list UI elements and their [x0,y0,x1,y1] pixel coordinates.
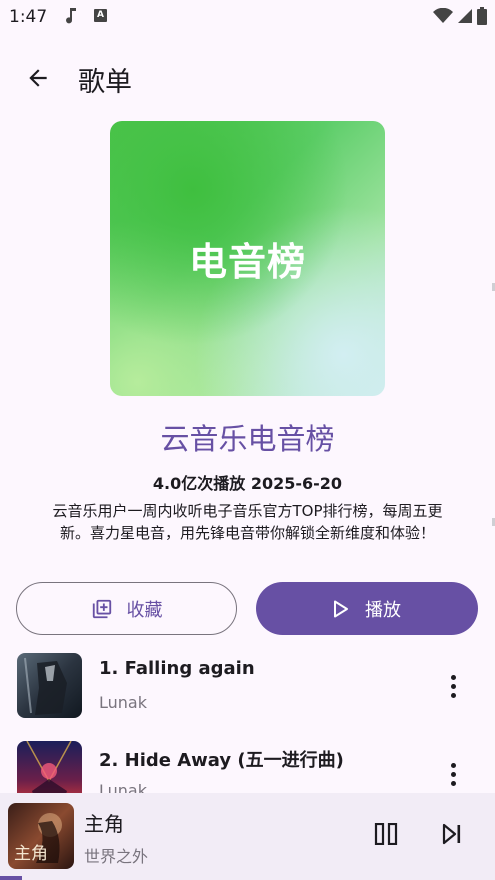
track-artist: Lunak [99,693,147,712]
track-row[interactable]: 1. Falling again Lunak [0,653,495,733]
skip-next-icon [442,823,461,845]
pause-button[interactable] [374,822,402,849]
status-bar: 1:47 A [0,0,495,34]
now-playing-artwork: 主角 [8,803,74,869]
app-bar: 歌单 [0,50,495,106]
page-title: 歌单 [78,67,132,98]
play-all-button[interactable]: 播放 [256,582,478,635]
back-arrow-icon [29,69,47,87]
signal-icon [457,8,473,28]
now-playing-artist: 世界之外 [84,847,149,866]
pause-icon [374,822,398,846]
cover-title: 电音榜 [188,240,306,284]
play-label: 播放 [365,599,401,621]
status-time: 1:47 [9,7,48,27]
more-vert-icon[interactable] [440,671,466,701]
playlist-name: 云音乐电音榜 [160,422,335,456]
track-title: 1. Falling again [99,658,255,679]
wifi-icon [433,7,453,28]
library-add-icon [92,599,111,618]
playlist-description: 云音乐用户一周内收听电子音乐官方TOP排行榜，每周五更新。喜力星电音，用先锋电音… [52,502,443,542]
play-icon [334,600,348,617]
app-notification-icon: A [94,9,107,22]
status-icons [433,7,487,29]
now-playing-title: 主角 [84,812,124,836]
back-button[interactable] [22,62,54,94]
skip-next-button[interactable] [440,823,468,849]
favorite-label: 收藏 [126,599,163,621]
track-artwork [17,653,82,718]
track-title: 2. Hide Away (五一进行曲) [99,750,344,771]
favorite-button[interactable]: 收藏 [16,582,237,635]
playlist-meta: 4.0亿次播放 2025-6-20 [152,474,343,493]
playlist-cover: 电音榜 [110,121,385,396]
battery-icon [477,7,487,29]
artwork-logo-text: 主角 [14,844,48,864]
music-note-icon [64,7,78,29]
more-vert-icon[interactable] [440,759,466,789]
mini-player[interactable]: 主角 主角 世界之外 [0,793,495,880]
playback-progress-bar[interactable] [0,876,22,880]
